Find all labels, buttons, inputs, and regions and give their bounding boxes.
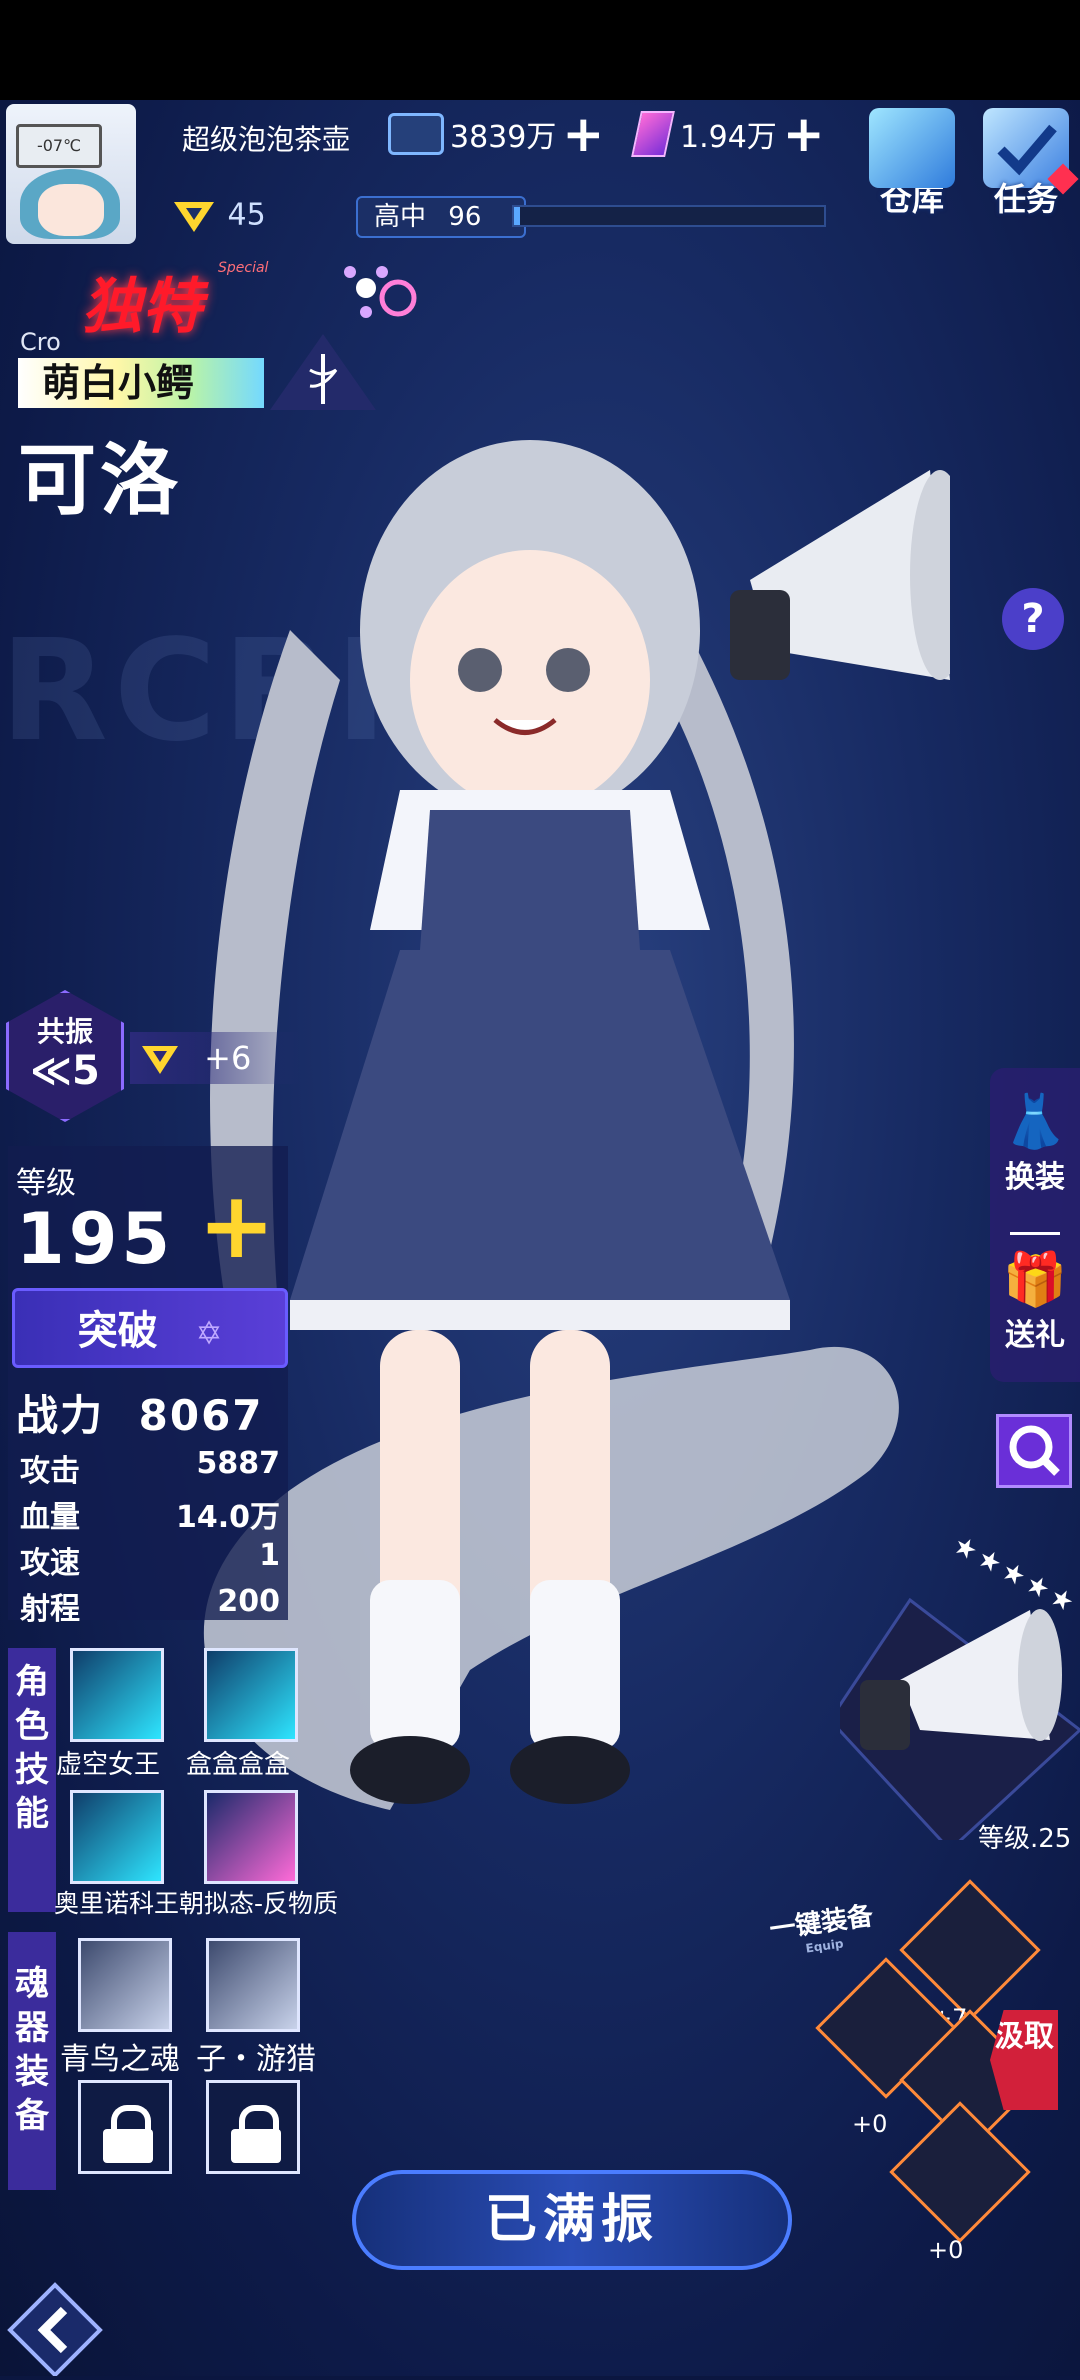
- back-arrow-icon: [7, 2282, 103, 2378]
- stat-row: 射程 200: [20, 1584, 280, 1628]
- player-level: 45: [170, 196, 266, 236]
- stat-label: 攻击: [20, 1454, 80, 1489]
- currency-crystal-value: 1.94万: [680, 120, 777, 155]
- resonance-value: ≪5: [30, 1048, 100, 1094]
- combat-power: 战力 8067: [16, 1382, 264, 1443]
- side-divider: [1010, 1232, 1060, 1235]
- currency-gold: 3839万 +: [388, 109, 604, 159]
- stat-value: 1: [259, 1538, 280, 1573]
- rank-label: 高中: [374, 202, 427, 232]
- skill-name: 奥里诺科王朝拟态-反物质: [54, 1889, 339, 1918]
- level-up-button[interactable]: +: [198, 1180, 275, 1272]
- soul-icon-bluebird[interactable]: [78, 1938, 172, 2032]
- skill-icon-void-queen[interactable]: [70, 1648, 164, 1742]
- resonance-bonus: +6: [130, 1032, 300, 1084]
- skill-name: 盒盒盒盒: [186, 1750, 291, 1780]
- equipment-slot-label: +0: [928, 2236, 964, 2264]
- stat-label: 攻速: [20, 1546, 80, 1581]
- rank-emblem-icon: [174, 202, 214, 232]
- claim-button[interactable]: 汲取: [990, 2010, 1058, 2110]
- stat-label: 血量: [20, 1500, 80, 1535]
- currency-gold-value: 3839万: [450, 120, 557, 155]
- stat-value: 200: [217, 1584, 280, 1619]
- player-avatar[interactable]: -07℃: [6, 104, 136, 244]
- rank-progress-bar: [512, 205, 826, 227]
- level-value: 195: [16, 1198, 175, 1280]
- gold-icon: [388, 113, 444, 155]
- soul-name: 青鸟之魂: [60, 2042, 180, 2077]
- outfit-label: 换装: [1005, 1160, 1065, 1195]
- megaphone-icon: [828, 1597, 1080, 1853]
- breakthrough-star-icon: ✡: [195, 1314, 223, 1352]
- molecule-icon: [344, 266, 417, 318]
- character-english-name: Cro: [20, 328, 61, 356]
- soul-name: 子・游猎: [196, 2042, 316, 2077]
- stat-value: 5887: [196, 1446, 281, 1481]
- warehouse-icon: [869, 108, 955, 188]
- equipment-slot-label: +0: [852, 2110, 888, 2138]
- stat-row: 攻速 1: [20, 1538, 280, 1582]
- outfit-button[interactable]: 👗 换装: [990, 1092, 1080, 1196]
- soul-icon-hunter[interactable]: [206, 1938, 300, 2032]
- gift-button[interactable]: 🎁 送礼: [990, 1250, 1080, 1354]
- full-resonance-button[interactable]: 已满振: [352, 2170, 792, 2270]
- skill-icon-antimatter[interactable]: [70, 1790, 164, 1884]
- currency-crystal: 1.94万 +: [631, 109, 825, 159]
- stat-value: 14.0万: [175, 1500, 280, 1535]
- back-button[interactable]: [0, 2270, 110, 2378]
- stat-label: 射程: [20, 1592, 80, 1627]
- element-icon[interactable]: [336, 258, 420, 324]
- resonance-bonus-value: +6: [204, 1039, 252, 1077]
- rank-emblem-icon: [142, 1046, 178, 1074]
- search-icon: [1009, 1425, 1060, 1476]
- resonance-label: 共振: [36, 1015, 93, 1048]
- help-button[interactable]: ?: [1002, 588, 1064, 650]
- status-bar: [0, 0, 1080, 100]
- skill-name: 虚空女王: [56, 1750, 161, 1780]
- rank-progress-fill: [514, 207, 521, 225]
- add-crystal-button[interactable]: +: [783, 109, 825, 159]
- character-name: 可洛: [18, 436, 183, 526]
- skills-section-label: 角色技能: [8, 1648, 56, 1912]
- rarity-sub: Special: [218, 260, 269, 276]
- stat-row: 血量 14.0万: [20, 1492, 280, 1536]
- search-button[interactable]: [996, 1414, 1072, 1488]
- rank-badge: 高中 96: [356, 196, 526, 238]
- gift-icon: 🎁: [1002, 1250, 1068, 1310]
- weapon-slot[interactable]: [828, 1570, 1080, 1853]
- locked-slot[interactable]: [78, 2080, 172, 2174]
- avatar-face: [38, 184, 104, 236]
- add-gold-button[interactable]: +: [562, 109, 604, 159]
- soul-section-label: 魂器装备: [8, 1932, 56, 2190]
- lock-body: [231, 2129, 281, 2163]
- rarity-label: 独特: [82, 272, 202, 342]
- level-label: 等级: [16, 1166, 76, 1201]
- dress-icon: 👗: [1002, 1092, 1068, 1152]
- warehouse-button[interactable]: 仓库: [864, 108, 960, 228]
- avatar-screen-text: -07℃: [16, 124, 102, 168]
- power-value: 8067: [138, 1391, 264, 1440]
- breakthrough-button[interactable]: 突破 ✡: [12, 1288, 288, 1368]
- power-label: 战力: [16, 1391, 105, 1440]
- locked-slot[interactable]: [206, 2080, 300, 2174]
- rank-value: 96: [448, 202, 482, 232]
- gift-label: 送礼: [1005, 1318, 1065, 1353]
- skill-icon-boxes[interactable]: [204, 1648, 298, 1742]
- lock-body: [103, 2129, 153, 2163]
- weapon-level: 等级.25: [978, 1824, 1072, 1854]
- stat-row: 攻击 5887: [20, 1446, 280, 1490]
- skill-icon-molecule[interactable]: [204, 1790, 298, 1884]
- player-name: 超级泡泡茶壶: [182, 123, 351, 156]
- player-level-value: 45: [227, 197, 266, 233]
- crystal-icon: [631, 111, 675, 157]
- breakthrough-label: 突破: [77, 1308, 158, 1354]
